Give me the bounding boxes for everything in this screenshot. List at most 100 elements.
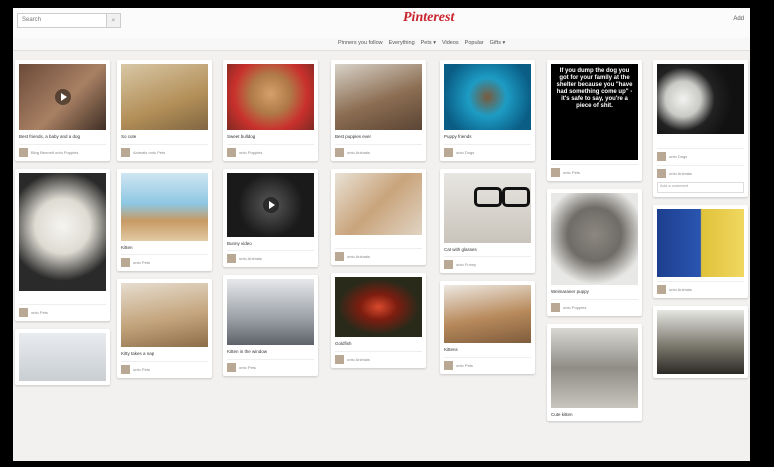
avatar[interactable] (121, 147, 130, 157)
avatar[interactable] (121, 364, 130, 374)
top-bar: Search ⌕ Pinterest Add (13, 8, 750, 39)
pin-card[interactable]: Goldfish onto Animals (331, 273, 426, 368)
pin-card[interactable]: Bunny video onto Animals (223, 168, 318, 267)
pin-image[interactable] (335, 277, 422, 337)
pin-image[interactable] (657, 309, 744, 374)
pin-card[interactable]: Best puppies ever onto Animals (331, 60, 426, 161)
pin-column: So cute Animals onto Pets Kitten onto Pe… (117, 60, 212, 386)
nav-popular[interactable]: Popular (465, 40, 484, 46)
search-icon[interactable]: ⌕ (107, 13, 121, 28)
pin-image[interactable] (121, 64, 208, 130)
avatar[interactable] (444, 147, 453, 157)
pin-card[interactable]: Best friends, a baby and a dog Blog Benn… (15, 60, 110, 161)
pin-image[interactable] (19, 333, 106, 381)
pin-description: So cute (121, 134, 137, 139)
category-nav: Pinners you follow Everything Pets ▾ Vid… (13, 38, 750, 51)
pin-attribution: Animals onto Pets (121, 143, 208, 157)
avatar[interactable] (19, 147, 28, 157)
pinterest-logo[interactable]: Pinterest (403, 10, 454, 26)
avatar[interactable] (227, 254, 236, 263)
pin-card[interactable]: Kitten in the window onto Pets (223, 275, 318, 376)
pin-attribution: onto Pets (227, 358, 314, 372)
pin-attribution: onto Pets (551, 164, 638, 177)
avatar[interactable] (657, 151, 666, 161)
pin-attribution: onto Dogs (444, 143, 531, 157)
nav-pinners-you-follow[interactable]: Pinners you follow (338, 40, 383, 46)
pin-card[interactable]: Sweet bulldog onto Puppies (223, 60, 318, 161)
pin-attribution: onto Funny (444, 256, 531, 269)
pin-attribution: onto Animals (335, 248, 422, 261)
pin-text-image[interactable]: If you dump the dog you got for your fam… (551, 64, 638, 160)
pin-image[interactable] (335, 172, 422, 235)
pin-attribution: onto Pets (444, 356, 531, 370)
pin-card[interactable]: So cute Animals onto Pets (117, 60, 212, 161)
avatar[interactable] (335, 147, 344, 157)
pin-image[interactable] (444, 285, 531, 343)
pin-card[interactable]: onto Animals (653, 204, 748, 298)
pin-image[interactable] (444, 172, 531, 243)
pin-column: Sweet bulldog onto Puppies Bunny video o… (223, 60, 318, 384)
pin-image[interactable] (227, 279, 314, 345)
search-input[interactable]: Search (17, 13, 107, 28)
avatar[interactable] (657, 284, 666, 294)
chevron-down-icon: ▾ (433, 40, 436, 46)
avatar[interactable] (335, 252, 344, 261)
nav-pets[interactable]: Pets ▾ (421, 40, 436, 46)
pin-card[interactable]: onto Pets (15, 168, 110, 321)
pin-video-thumbnail[interactable] (19, 64, 106, 130)
pin-card[interactable]: Kitty takes a nap onto Pets (117, 279, 212, 378)
pin-image[interactable] (227, 64, 314, 130)
pin-image[interactable] (657, 64, 744, 134)
pin-card[interactable]: onto Dogs onto Animals Add a comment (653, 60, 748, 197)
pin-card[interactable]: Cat with glasses onto Funny (440, 168, 535, 273)
pin-card[interactable]: Weimaraner puppy onto Puppies (547, 189, 642, 316)
pin-attribution: onto Animals (657, 280, 744, 294)
pin-image[interactable] (121, 172, 208, 241)
browser-viewport: Search ⌕ Pinterest Add Pinners you follo… (13, 8, 750, 461)
avatar[interactable] (227, 147, 236, 157)
avatar[interactable] (335, 354, 344, 364)
add-link[interactable]: Add (733, 16, 744, 22)
pin-card[interactable]: onto Animals (331, 168, 426, 265)
nav-everything[interactable]: Everything (389, 40, 415, 46)
pin-description: Bunny video (227, 240, 252, 246)
pin-card[interactable]: Kitten onto Pets (117, 168, 212, 271)
pin-description: Goldfish (335, 341, 352, 346)
pin-image[interactable] (657, 208, 744, 277)
pin-card[interactable]: Cute kitten (547, 323, 642, 421)
avatar[interactable] (121, 258, 130, 267)
nav-gifts[interactable]: Gifts ▾ (490, 40, 506, 46)
pin-attribution: Blog Bennett onto Puppies (19, 143, 106, 157)
avatar[interactable] (444, 260, 453, 269)
pin-description: Kittens (444, 347, 458, 352)
pin-description (657, 138, 744, 144)
avatar[interactable] (19, 308, 28, 317)
pin-card[interactable] (653, 305, 748, 378)
pin-video-thumbnail[interactable] (227, 172, 314, 237)
avatar[interactable] (551, 302, 560, 312)
pin-image[interactable] (335, 64, 422, 130)
pin-image[interactable] (551, 327, 638, 408)
pin-description: Puppy friends (444, 134, 472, 139)
pin-card[interactable]: If you dump the dog you got for your fam… (547, 60, 642, 181)
pin-card[interactable] (15, 329, 110, 385)
avatar[interactable] (657, 168, 666, 178)
pin-card[interactable]: Kittens onto Pets (440, 281, 535, 374)
comment-input[interactable]: Add a comment (657, 181, 744, 193)
nav-videos[interactable]: Videos (442, 40, 459, 46)
play-icon[interactable] (262, 196, 279, 213)
pin-card[interactable]: Puppy friends onto Dogs (440, 60, 535, 161)
avatar[interactable] (444, 360, 453, 370)
avatar[interactable] (227, 362, 236, 372)
play-icon[interactable] (54, 89, 71, 105)
avatar[interactable] (551, 168, 560, 177)
pin-image[interactable] (121, 283, 208, 347)
pin-image[interactable] (444, 64, 531, 130)
pin-image[interactable] (551, 193, 638, 285)
pin-attribution: onto Animals (227, 250, 314, 263)
pin-attribution: onto Puppies (551, 298, 638, 312)
pin-attribution: onto Animals (335, 143, 422, 157)
chevron-down-icon: ▾ (502, 40, 506, 46)
pin-image[interactable] (19, 172, 106, 291)
pin-attribution: onto Pets (121, 360, 208, 374)
